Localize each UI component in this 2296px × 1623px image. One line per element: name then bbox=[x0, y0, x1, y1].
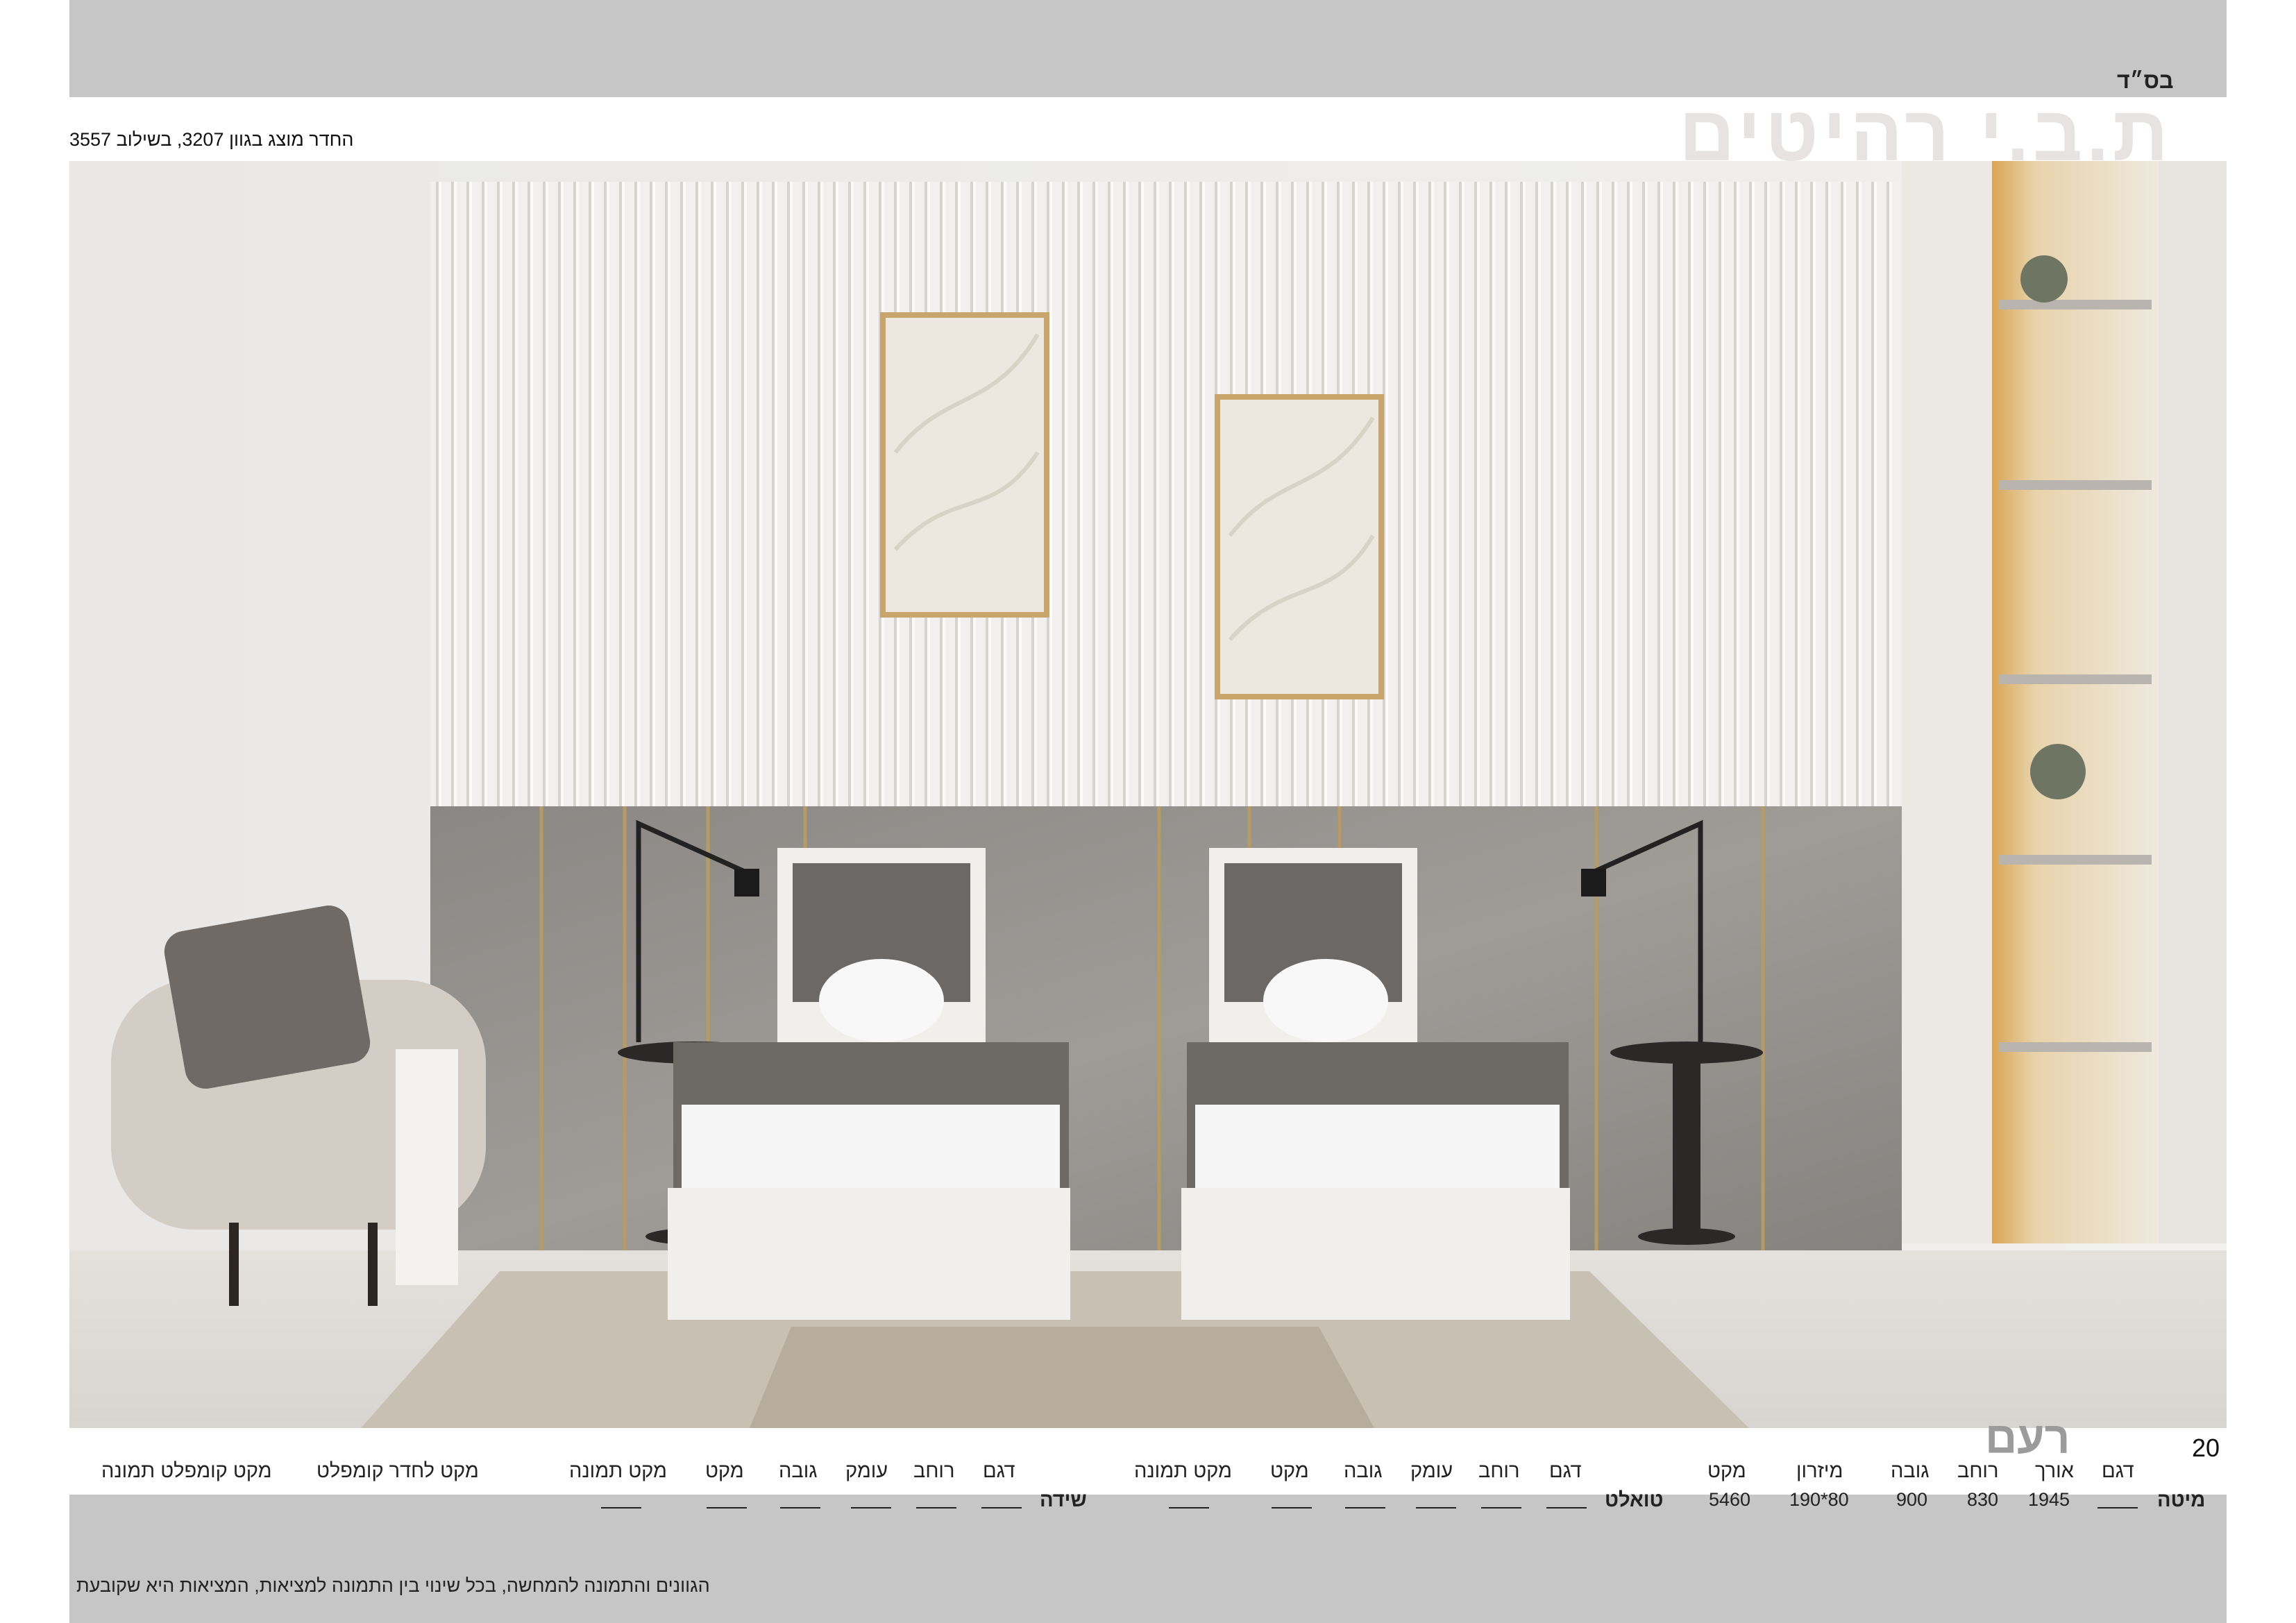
bed-height-value: 900 bbox=[1896, 1489, 1928, 1510]
bed-header-length: אורך bbox=[2035, 1460, 2074, 1482]
toilet-image-sku-blank bbox=[1169, 1507, 1209, 1509]
room-color-note: החדר מוצג בגוון 3207, בשילוב 3557 bbox=[69, 129, 354, 150]
collection-title: רעם bbox=[1985, 1413, 2070, 1463]
bed-mattress-value: 80*190 bbox=[1789, 1489, 1849, 1510]
dresser-sku-blank bbox=[707, 1507, 747, 1509]
dresser-header-width: רוחב bbox=[913, 1460, 955, 1482]
dresser-height-blank bbox=[780, 1507, 820, 1509]
bed-sku-value: 5460 bbox=[1709, 1489, 1751, 1510]
toilet-model-blank bbox=[1546, 1507, 1587, 1509]
compact-image-sku-header: מקט קומפלט תמונה bbox=[101, 1460, 272, 1482]
bed-model-blank bbox=[2097, 1507, 2138, 1509]
dresser-header-depth: עומק bbox=[845, 1460, 888, 1482]
bed-width-value: 830 bbox=[1967, 1489, 1999, 1510]
bed-header-mattress: מיזרון bbox=[1796, 1460, 1843, 1482]
dresser-image-sku-blank bbox=[601, 1507, 641, 1509]
bed-header-sku: מקט bbox=[1707, 1460, 1746, 1482]
bed-header-model: דגם bbox=[2102, 1460, 2134, 1482]
bed-title: מיטה bbox=[2157, 1489, 2206, 1511]
dresser-header-model: דגם bbox=[983, 1460, 1015, 1482]
top-header-band bbox=[69, 0, 2227, 97]
bed-length-value: 1945 bbox=[2028, 1489, 2070, 1510]
toilet-header-depth: עומק bbox=[1410, 1460, 1453, 1482]
dresser-title: שידה bbox=[1040, 1489, 1087, 1511]
compact-room-sku-header: מקט לחדר קומפלט bbox=[316, 1460, 479, 1482]
bed-header-width: רוחב bbox=[1957, 1460, 1999, 1482]
toilet-header-model: דגם bbox=[1549, 1460, 1582, 1482]
dresser-header-sku: מקט bbox=[705, 1460, 744, 1482]
dresser-width-blank bbox=[916, 1507, 956, 1509]
dresser-model-blank bbox=[981, 1507, 1022, 1509]
toilet-height-blank bbox=[1345, 1507, 1385, 1509]
toilet-header-sku: מקט bbox=[1270, 1460, 1309, 1482]
dresser-depth-blank bbox=[851, 1507, 891, 1509]
toilet-depth-blank bbox=[1416, 1507, 1456, 1509]
dresser-header-image-sku: מקט תמונה bbox=[569, 1460, 667, 1482]
footer-disclaimer: הגוונים והתמונה להמחשה, בכל שינוי בין הת… bbox=[76, 1575, 710, 1596]
toilet-title: טואלט bbox=[1605, 1489, 1664, 1511]
toilet-header-width: רוחב bbox=[1478, 1460, 1520, 1482]
toilet-header-image-sku: מקט תמונה bbox=[1134, 1460, 1232, 1482]
toilet-sku-blank bbox=[1272, 1507, 1312, 1509]
bed-header-height: גובה bbox=[1891, 1460, 1930, 1482]
toilet-header-height: גובה bbox=[1344, 1460, 1383, 1482]
bedroom-photo bbox=[69, 161, 2227, 1428]
toilet-width-blank bbox=[1481, 1507, 1521, 1509]
dresser-header-height: גובה bbox=[779, 1460, 818, 1482]
page-number: 20 bbox=[2192, 1434, 2220, 1462]
bottom-footer-band bbox=[69, 1495, 2227, 1623]
